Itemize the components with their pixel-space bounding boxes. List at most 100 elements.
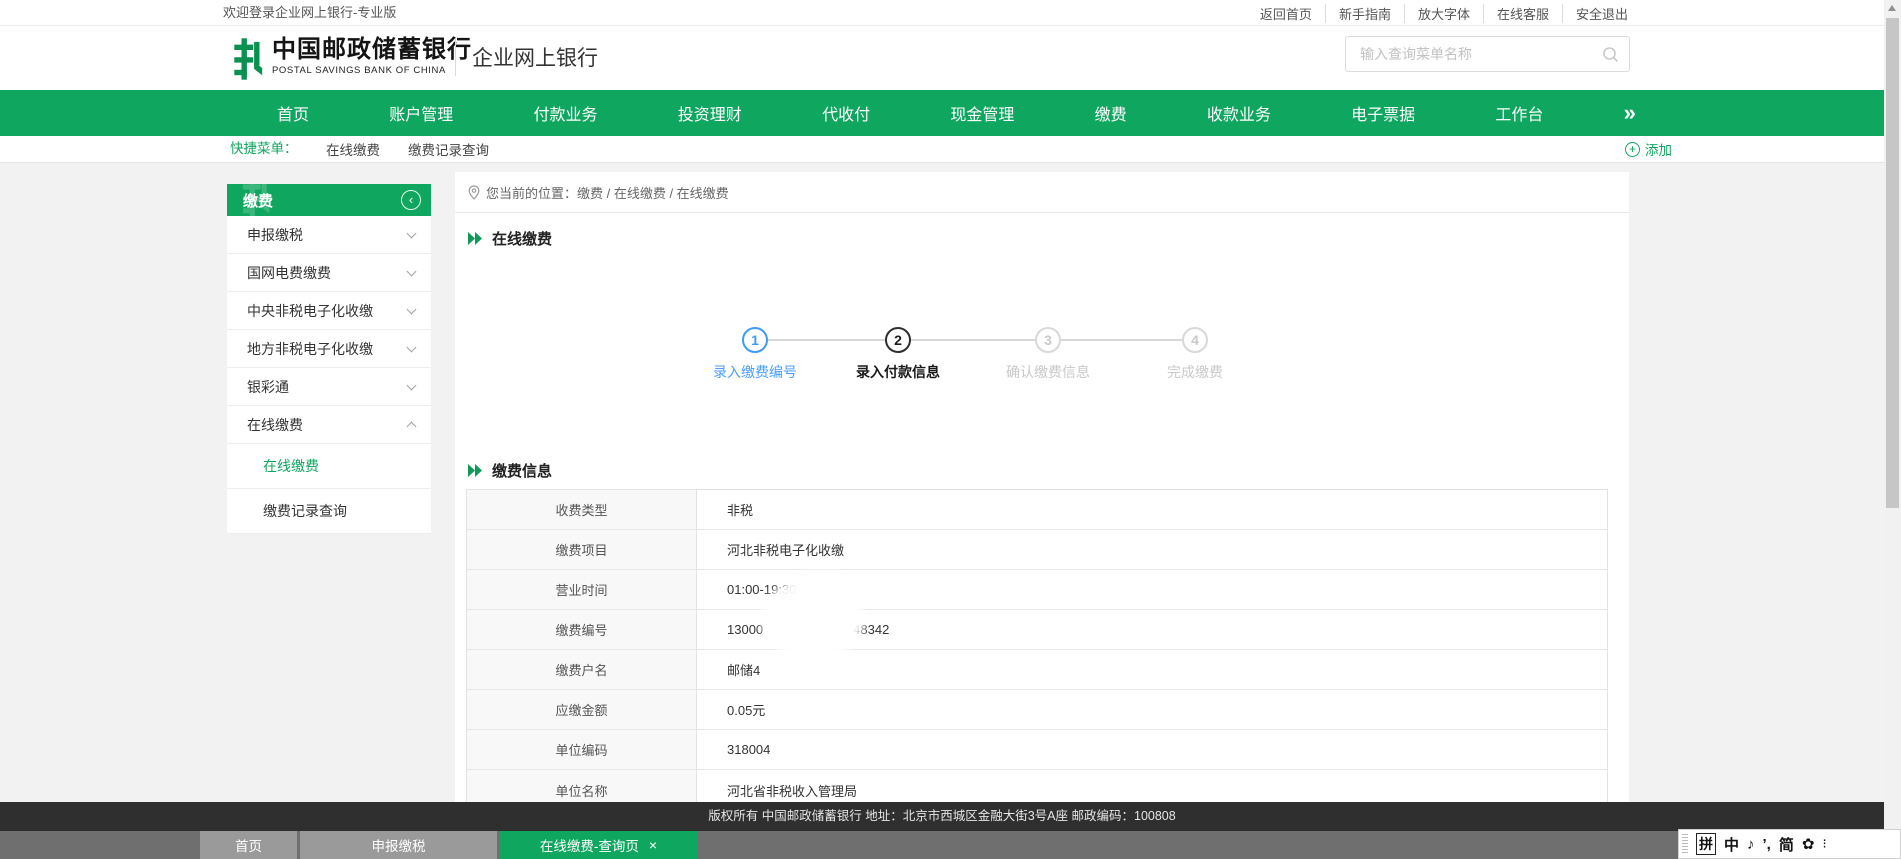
main-nav-items: 首页 账户管理 付款业务 投资理财 代收付 现金管理 缴费 收款业务 电子票据 工作台 » — [228, 90, 1640, 136]
sidebar-item-中央非税电子化收缴[interactable]: 中央非税电子化收缴 — [227, 292, 431, 330]
ime-toolbar: 拼中 ♪ ’, 简 ✿ ⁝ — [1678, 829, 1901, 859]
close-tab-icon[interactable]: × — [649, 837, 657, 853]
logo-divider — [455, 38, 456, 76]
sidebar-title: 缴费 — [243, 190, 273, 211]
chevron-up-icon — [407, 422, 417, 432]
breadcrumb-text: 您当前的位置：缴费 / 在线缴费 / 在线缴费 — [486, 183, 729, 202]
sidebar-item-申报缴税[interactable]: 申报缴税 — [227, 216, 431, 254]
section-title-online-payment: 在线缴费 — [468, 228, 552, 249]
sidebar-item-地方非税电子化收缴[interactable]: 地方非税电子化收缴 — [227, 330, 431, 368]
scrollbar-thumb[interactable] — [1886, 18, 1899, 508]
sidebar-item-银彩通[interactable]: 银彩通 — [227, 368, 431, 406]
taskbar-tab-申报缴税[interactable]: 申报缴税 — [300, 831, 497, 859]
quick-menu-item-在线缴费[interactable]: 在线缴费 — [326, 139, 380, 159]
nav-item-付款业务[interactable]: 付款业务 — [534, 101, 598, 125]
nav-item-缴费[interactable]: 缴费 — [1095, 101, 1127, 125]
main-panel: 您当前的位置：缴费 / 在线缴费 / 在线缴费 在线缴费 1录入缴费编号2录入付… — [455, 172, 1629, 802]
tab-label: 首页 — [235, 835, 262, 855]
table-row-缴费户名: 缴费户名邮储4 — [467, 650, 1607, 690]
nav-item-账户管理[interactable]: 账户管理 — [389, 101, 453, 125]
nav-item-现金管理[interactable]: 现金管理 — [950, 101, 1014, 125]
table-row-缴费编号: 缴费编号1300048342 — [467, 610, 1607, 650]
menu-search-box — [1345, 36, 1630, 72]
top-link-新手指南[interactable]: 新手指南 — [1325, 4, 1391, 23]
row-label: 收费类型 — [467, 490, 697, 529]
quick-menu-item-缴费记录查询[interactable]: 缴费记录查询 — [408, 139, 489, 159]
bank-name-block: 中国邮政储蓄银行 POSTAL SAVINGS BANK OF CHINA — [272, 34, 472, 76]
nav-item-工作台[interactable]: 工作台 — [1495, 101, 1543, 125]
row-label: 缴费编号 — [467, 610, 697, 649]
step-circle-4: 4 — [1182, 327, 1208, 353]
taskbar-tab-在线缴费-查询页[interactable]: 在线缴费-查询页 × — [500, 831, 697, 859]
sidebar-item-label: 地方非税电子化收缴 — [247, 339, 373, 359]
chevron-down-icon — [407, 380, 417, 390]
table-row-收费类型: 收费类型非税 — [467, 490, 1607, 530]
sidebar-subitem-label: 缴费记录查询 — [263, 501, 347, 521]
top-strip: 欢迎登录企业网上银行-专业版 返回首页新手指南放大字体在线客服安全退出 — [0, 0, 1901, 26]
row-label: 单位编码 — [467, 730, 697, 769]
top-link-在线客服[interactable]: 在线客服 — [1483, 4, 1549, 23]
sidebar-menu: 缴费 ‹ 申报缴税国网电费缴费中央非税电子化收缴地方非税电子化收缴银彩通在线缴费… — [227, 184, 431, 534]
top-links: 返回首页新手指南放大字体在线客服安全退出 — [1260, 0, 1628, 26]
chevron-down-icon — [407, 304, 417, 314]
ime-glyph-6[interactable]: ✿ — [1802, 835, 1815, 853]
taskbar-tab-首页[interactable]: 首页 — [200, 831, 297, 859]
sidebar-collapse-button[interactable]: ‹ — [401, 190, 421, 210]
scrollbar-up-arrow[interactable] — [1884, 0, 1901, 16]
top-link-放大字体[interactable]: 放大字体 — [1404, 4, 1470, 23]
sidebar-item-国网电费缴费[interactable]: 国网电费缴费 — [227, 254, 431, 292]
table-row-缴费项目: 缴费项目河北非税电子化收缴 — [467, 530, 1607, 570]
double-arrow-icon — [468, 464, 484, 477]
quick-menu-items: 在线缴费 缴费记录查询 — [326, 136, 517, 162]
nav-more-button[interactable]: » — [1624, 103, 1634, 123]
payment-info-table: 收费类型非税缴费项目河北非税电子化收缴营业时间01:00-19:30缴费编号13… — [466, 489, 1608, 802]
ime-more-icon[interactable]: ⁝ — [1822, 836, 1826, 852]
search-icon[interactable] — [1602, 46, 1619, 63]
ime-glyph-1[interactable]: 拼 — [1696, 833, 1716, 855]
top-link-返回首页[interactable]: 返回首页 — [1260, 4, 1312, 23]
page-footer: 版权所有 中国邮政储蓄银行 地址：北京市西城区金融大街3号A座 邮政编码：100… — [0, 802, 1884, 831]
table-row-营业时间: 营业时间01:00-19:30 — [467, 570, 1607, 610]
nav-item-首页[interactable]: 首页 — [277, 101, 309, 125]
sidebar-item-在线缴费[interactable]: 在线缴费 — [227, 406, 431, 444]
nav-item-代收付[interactable]: 代收付 — [822, 101, 870, 125]
top-link-安全退出[interactable]: 安全退出 — [1562, 4, 1628, 23]
tab-label: 在线缴费-查询页 — [540, 835, 639, 855]
step-label-1: 录入缴费编号 — [685, 362, 825, 382]
double-arrow-icon — [468, 232, 484, 245]
ime-grip-handle[interactable] — [1682, 834, 1688, 854]
nav-item-投资理财[interactable]: 投资理财 — [678, 101, 742, 125]
menu-search-input[interactable] — [1346, 37, 1596, 71]
chevron-down-icon — [407, 342, 417, 352]
redaction-blur — [791, 568, 853, 598]
sidebar-subitem-缴费记录查询[interactable]: 缴费记录查询 — [227, 489, 431, 534]
step-4: 4 完成缴费 — [1125, 327, 1265, 382]
nav-item-电子票据[interactable]: 电子票据 — [1351, 101, 1415, 125]
section-title-payment-info: 缴费信息 — [468, 460, 552, 481]
nav-item-收款业务[interactable]: 收款业务 — [1207, 101, 1271, 125]
ime-glyph-3[interactable]: ♪ — [1747, 836, 1755, 853]
step-label-3: 确认缴费信息 — [978, 362, 1118, 382]
tab-label: 申报缴税 — [372, 835, 426, 855]
step-circle-2: 2 — [885, 327, 911, 353]
location-pin-icon — [468, 185, 480, 200]
ime-glyph-4[interactable]: ’, — [1763, 836, 1771, 853]
vertical-scrollbar — [1884, 0, 1901, 831]
portal-title: 企业网上银行 — [472, 42, 598, 72]
table-row-单位编码: 单位编码318004 — [467, 730, 1607, 770]
step-indicator: 1录入缴费编号2录入付款信息3确认缴费信息4完成缴费 — [455, 327, 1629, 387]
bank-emblem-icon — [228, 36, 264, 82]
row-label: 营业时间 — [467, 570, 697, 609]
step-circle-1: 1 — [742, 327, 768, 353]
bank-logo: 中国邮政储蓄银行 POSTAL SAVINGS BANK OF CHINA — [228, 34, 472, 82]
sidebar-item-label: 申报缴税 — [247, 225, 303, 245]
ime-glyph-2[interactable]: 中 — [1724, 834, 1739, 855]
add-quick-menu-button[interactable]: + 添加 — [1625, 136, 1672, 162]
screen: 欢迎登录企业网上银行-专业版 返回首页新手指南放大字体在线客服安全退出 中国邮政… — [0, 0, 1901, 859]
header: 中国邮政储蓄银行 POSTAL SAVINGS BANK OF CHINA 企业… — [0, 26, 1901, 90]
copyright-text: 版权所有 中国邮政储蓄银行 地址：北京市西城区金融大街3号A座 邮政编码：100… — [0, 802, 1884, 831]
sidebar-subitem-在线缴费[interactable]: 在线缴费 — [227, 444, 431, 489]
ime-glyph-5[interactable]: 简 — [1779, 834, 1794, 855]
quick-menu-bar: 快捷菜单： 在线缴费缴费记录查询 + 添加 — [0, 136, 1901, 163]
step-label-4: 完成缴费 — [1125, 362, 1265, 382]
